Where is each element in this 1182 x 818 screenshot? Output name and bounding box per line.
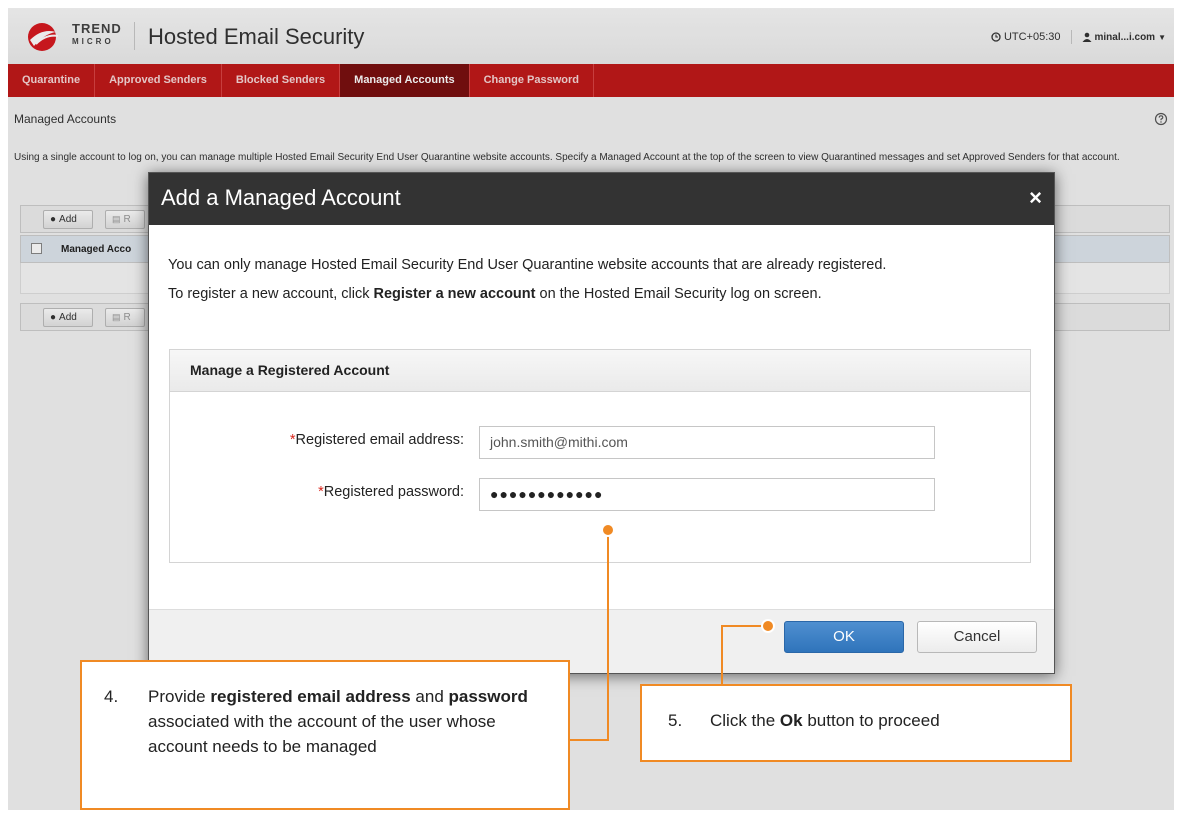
intro-text: You can only manage Hosted Email Securit…	[168, 257, 887, 273]
close-icon[interactable]: ×	[1029, 187, 1042, 209]
email-field[interactable]: john.smith@mithi.com	[479, 426, 935, 459]
registered-account-panel: Manage a Registered Account *Registered …	[169, 349, 1031, 563]
dialog-instructions: You can only manage Hosted Email Securit…	[168, 251, 1028, 309]
callout-step-4: 4. Provide registered email address and …	[80, 660, 570, 810]
register-link-text: Register a new account	[373, 286, 536, 302]
step-number: 4.	[104, 687, 119, 706]
step-4-text: Provide registered email address and pas…	[148, 687, 528, 756]
step-number: 5.	[668, 711, 683, 730]
register-instruction: To register a new account, click Registe…	[168, 286, 822, 302]
step-5-text: Click the Ok button to proceed	[710, 711, 940, 730]
password-field-label: *Registered password:	[318, 484, 464, 500]
panel-title: Manage a Registered Account	[190, 362, 390, 378]
ok-button[interactable]: OK	[784, 621, 904, 653]
cancel-button[interactable]: Cancel	[917, 621, 1037, 653]
email-field-label: *Registered email address:	[289, 432, 464, 448]
dialog-header: Add a Managed Account ×	[149, 173, 1054, 225]
add-managed-account-dialog: Add a Managed Account × You can only man…	[148, 172, 1055, 674]
dialog-title: Add a Managed Account	[161, 185, 401, 210]
callout-step-5: 5. Click the Ok button to proceed	[640, 684, 1072, 762]
app-window: TREND MICRO Hosted Email Security UTC+05…	[8, 8, 1174, 810]
password-field[interactable]: ●●●●●●●●●●●●	[479, 478, 935, 511]
panel-header: Manage a Registered Account	[170, 350, 1030, 392]
